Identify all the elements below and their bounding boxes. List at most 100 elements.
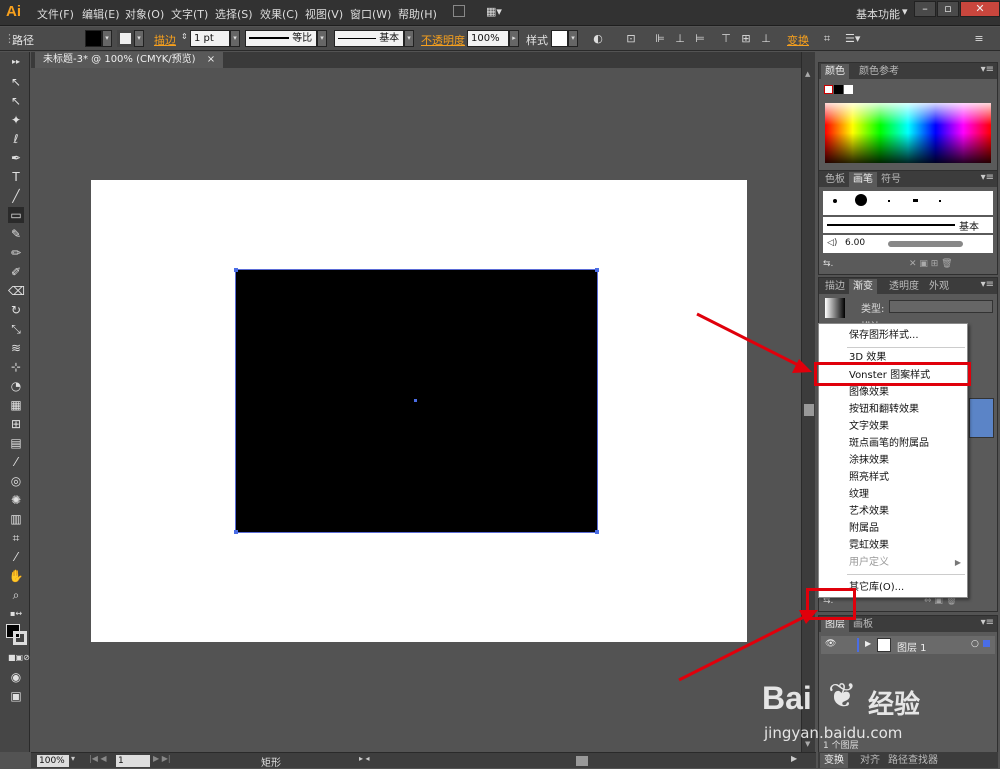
- tab-transform[interactable]: 变换: [820, 753, 848, 768]
- layer-row[interactable]: 👁 ▶ 图层 1 ○: [821, 636, 995, 654]
- menu-item-type-effects[interactable]: 文字效果: [819, 418, 967, 435]
- tab-color-guide[interactable]: 颜色参考: [855, 64, 903, 79]
- graphic-style-dropdown-icon[interactable]: ▾: [568, 30, 578, 47]
- stroke-stepper-icon[interactable]: ⇕: [181, 32, 188, 41]
- menu-edit[interactable]: 编辑(E): [82, 6, 120, 22]
- zoom-tool-icon[interactable]: ⌕: [8, 587, 24, 603]
- align-left-icon[interactable]: ⊫: [653, 32, 667, 46]
- stroke-panel-link[interactable]: 描边: [154, 32, 176, 48]
- pen-tool-icon[interactable]: ✒: [8, 150, 24, 166]
- align-to-icon[interactable]: ⊡: [624, 32, 638, 46]
- panel-menu-icon[interactable]: ▾≡: [981, 279, 994, 290]
- brush-actions-icon[interactable]: ✕ ▣ ⊞ 🗑: [909, 259, 953, 269]
- menu-object[interactable]: 对象(O): [125, 6, 164, 22]
- pencil-tool-icon[interactable]: ✏: [8, 245, 24, 261]
- vertical-scrollbar[interactable]: ▲ ▼: [801, 52, 815, 752]
- document-close-icon[interactable]: ×: [207, 54, 215, 65]
- align-right-icon[interactable]: ⊨: [693, 32, 707, 46]
- tab-color[interactable]: 颜色: [821, 64, 849, 79]
- column-graph-tool-icon[interactable]: ▥: [8, 511, 24, 527]
- rectangle-tool-icon[interactable]: ▭: [8, 207, 24, 223]
- stroke-profile-dropdown-icon[interactable]: ▾: [317, 30, 327, 47]
- warp-tool-icon[interactable]: ≋: [8, 340, 24, 356]
- menu-select[interactable]: 选择(S): [215, 6, 253, 22]
- stroke-weight-dropdown-icon[interactable]: ▾: [230, 30, 240, 47]
- menu-item-image-effects[interactable]: 图像效果: [819, 384, 967, 401]
- tab-symbols[interactable]: 符号: [877, 172, 905, 187]
- layer-selection-indicator[interactable]: [983, 640, 990, 647]
- menu-item-textures[interactable]: 纹理: [819, 486, 967, 503]
- layer-name[interactable]: 图层 1: [897, 639, 927, 654]
- selection-handle[interactable]: [234, 268, 238, 272]
- menu-effect[interactable]: 效果(C): [260, 6, 298, 22]
- panel-collapse-icon[interactable]: ▸▸: [8, 54, 24, 70]
- menu-item-illuminate-styles[interactable]: 照亮样式: [819, 469, 967, 486]
- eyedropper-tool-icon[interactable]: ⁄: [8, 454, 24, 470]
- brush-dot-large-icon[interactable]: [855, 194, 867, 206]
- align-top-icon[interactable]: ⊤: [719, 32, 733, 46]
- scroll-right-icon[interactable]: ▶: [791, 754, 797, 763]
- menu-file[interactable]: 文件(F): [37, 6, 74, 22]
- perspective-grid-tool-icon[interactable]: ▦: [8, 397, 24, 413]
- stroke-dropdown-icon[interactable]: ▾: [134, 30, 144, 47]
- align-middle-icon[interactable]: ⊞: [739, 32, 753, 46]
- menu-type[interactable]: 文字(T): [171, 6, 208, 22]
- tab-appearance[interactable]: 外观: [925, 279, 953, 294]
- status-menu-icon[interactable]: ▸ ◂: [359, 754, 370, 763]
- rotate-tool-icon[interactable]: ↻: [8, 302, 24, 318]
- isolate-icon[interactable]: ⌗: [820, 32, 834, 46]
- recolor-artwork-icon[interactable]: ◐: [591, 32, 605, 46]
- color-mode-icon[interactable]: ■▣⊘: [8, 650, 30, 666]
- artboard[interactable]: [91, 180, 747, 642]
- align-bottom-icon[interactable]: ⊥: [759, 32, 773, 46]
- blob-brush-tool-icon[interactable]: ✐: [8, 264, 24, 280]
- expand-layer-icon[interactable]: ▶: [865, 639, 871, 648]
- menu-item-save-graphic-styles[interactable]: 保存图形样式...: [819, 327, 967, 344]
- default-colors-icon[interactable]: ▪↔: [8, 606, 24, 622]
- first-artboard-icon[interactable]: |◀ ◀: [89, 754, 107, 763]
- selection-handle[interactable]: [234, 530, 238, 534]
- canvas-area[interactable]: [31, 68, 801, 752]
- basic-brush-row[interactable]: 基本: [823, 217, 993, 233]
- type-tool-icon[interactable]: T: [8, 169, 24, 185]
- menu-item-extras[interactable]: 附属品: [819, 520, 967, 537]
- layer-target-icon[interactable]: ○: [971, 639, 979, 649]
- transform-panel-link[interactable]: 变换: [787, 32, 809, 48]
- selected-rectangle[interactable]: [234, 268, 599, 534]
- panel-menu-icon[interactable]: ▾≡: [981, 172, 994, 183]
- line-tool-icon[interactable]: ╱: [8, 188, 24, 204]
- selection-handle[interactable]: [595, 268, 599, 272]
- panel-menu-icon[interactable]: ▾≡: [981, 64, 994, 75]
- gradient-tool-icon[interactable]: ▤: [8, 435, 24, 451]
- artboard-number-input[interactable]: 1: [116, 755, 150, 767]
- menu-view[interactable]: 视图(V): [305, 6, 343, 22]
- arrange-documents-icon[interactable]: ▦▾: [486, 5, 502, 19]
- control-options-icon[interactable]: ☰▾: [845, 32, 860, 46]
- lasso-tool-icon[interactable]: ℓ: [8, 131, 24, 147]
- brush-dot-small-icon[interactable]: [833, 199, 837, 203]
- gradient-thumbnail[interactable]: [825, 298, 845, 318]
- brush-dot-tiny-icon[interactable]: [888, 200, 890, 202]
- free-transform-tool-icon[interactable]: ⊹: [8, 359, 24, 375]
- align-center-icon[interactable]: ⊥: [673, 32, 687, 46]
- visibility-eye-icon[interactable]: 👁: [825, 639, 836, 649]
- selection-tool-icon[interactable]: ↖: [8, 74, 24, 90]
- none-swatch-icon[interactable]: [824, 85, 833, 94]
- panel-menu-icon[interactable]: ▾≡: [981, 617, 994, 628]
- black-swatch[interactable]: [834, 85, 843, 94]
- tab-brushes[interactable]: 画笔: [849, 172, 877, 187]
- hand-tool-icon[interactable]: ✋: [8, 568, 24, 584]
- mesh-tool-icon[interactable]: ⊞: [8, 416, 24, 432]
- horizontal-scroll-thumb[interactable]: [576, 756, 588, 766]
- control-menu-icon[interactable]: ≡: [972, 32, 986, 46]
- brush-library-icon[interactable]: ⇆.: [823, 259, 833, 269]
- fill-dropdown-icon[interactable]: ▾: [102, 30, 112, 47]
- selection-handle[interactable]: [595, 530, 599, 534]
- draw-mode-icon[interactable]: ◉: [8, 669, 24, 685]
- slice-tool-icon[interactable]: ⁄: [8, 549, 24, 565]
- blend-tool-icon[interactable]: ◎: [8, 473, 24, 489]
- artboard-tool-icon[interactable]: ⌗: [8, 530, 24, 546]
- scroll-up-icon[interactable]: ▲: [805, 70, 810, 78]
- document-tab[interactable]: 未标题-3* @ 100% (CMYK/预览) ×: [35, 52, 224, 68]
- white-swatch[interactable]: [844, 85, 853, 94]
